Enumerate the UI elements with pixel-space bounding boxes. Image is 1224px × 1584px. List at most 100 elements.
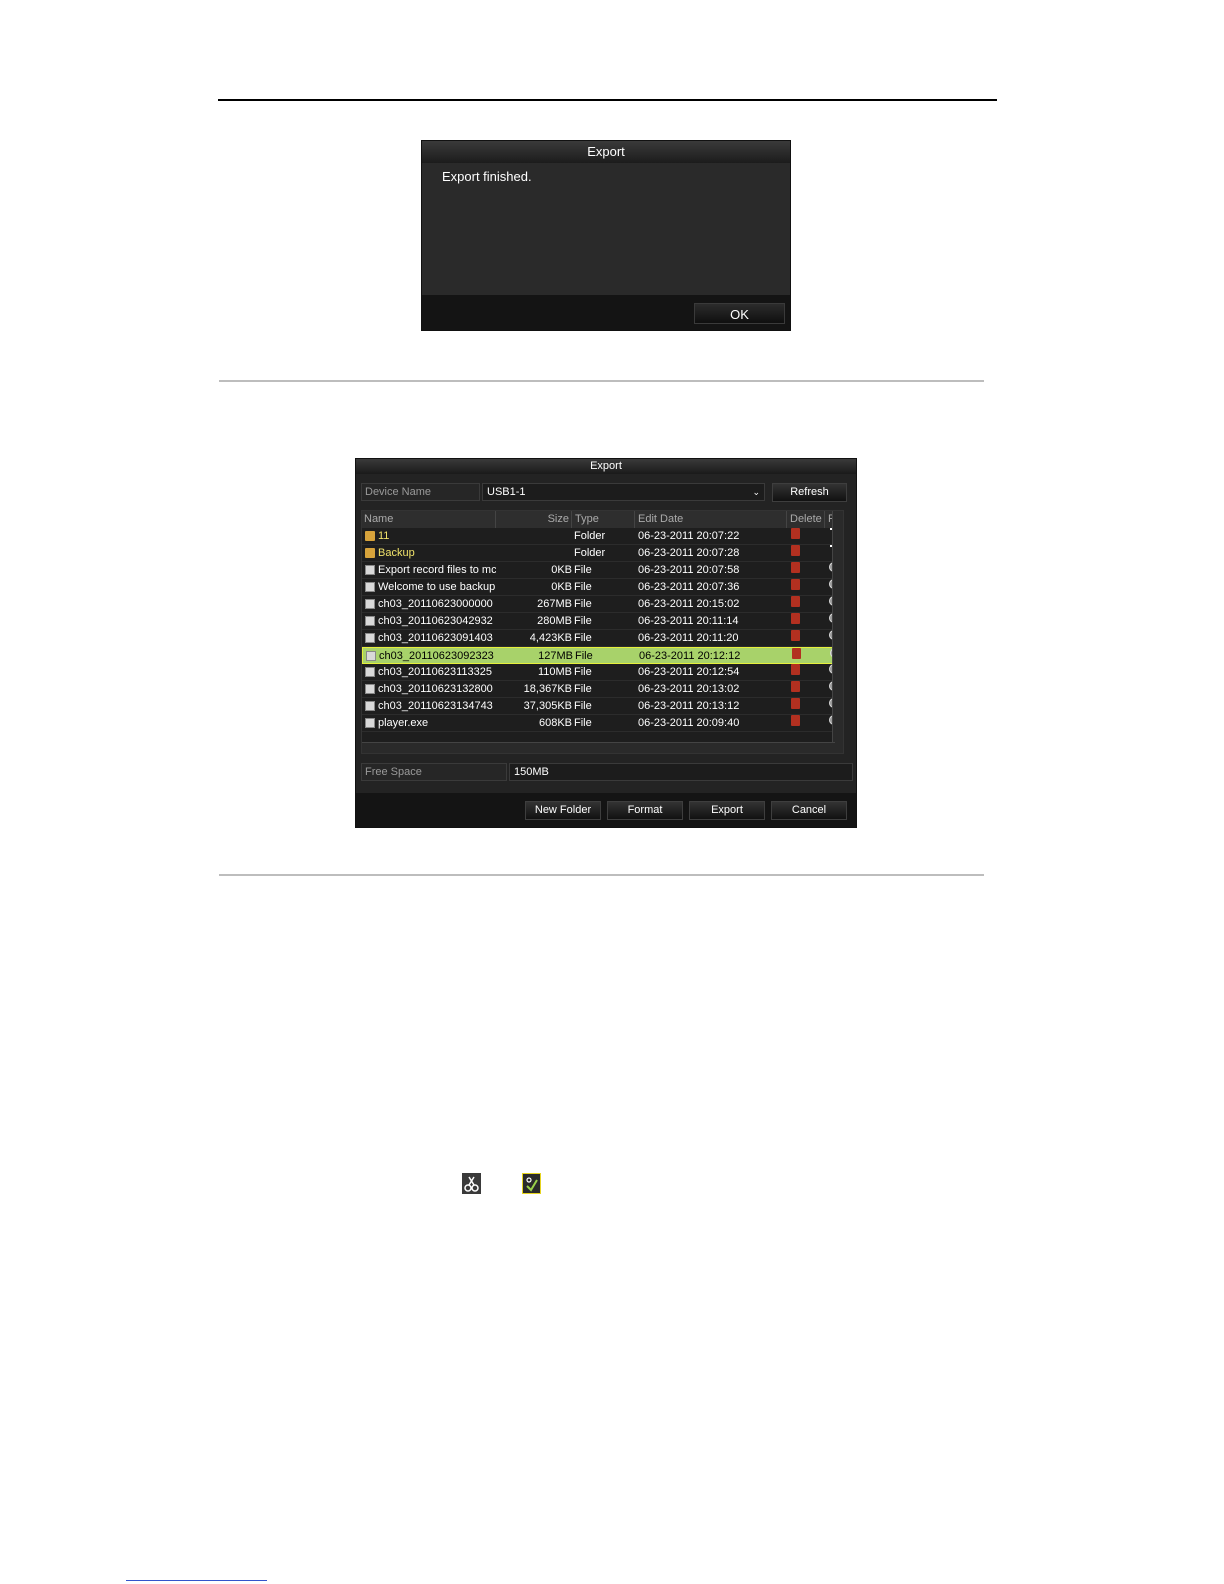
row-type: Folder xyxy=(574,547,606,559)
col-size[interactable]: Size xyxy=(496,511,572,528)
trash-icon[interactable] xyxy=(791,613,800,624)
row-name: ch03_20110623113325 xyxy=(378,666,492,678)
row-name: player.exe xyxy=(378,717,429,729)
row-name: Welcome to use backup xyxy=(378,581,496,593)
row-type: File xyxy=(574,564,592,576)
table-row[interactable]: ch03_20110623000000 267MB File 06-23-2011 2… xyxy=(362,596,843,613)
header-rule xyxy=(218,99,997,101)
vertical-scrollbar[interactable] xyxy=(832,511,843,753)
row-size: 127MB xyxy=(538,650,573,662)
trash-icon[interactable] xyxy=(791,630,800,641)
row-edit-date: 06-23-2011 20:07:22 xyxy=(638,530,740,542)
trash-icon[interactable] xyxy=(791,664,800,675)
table-row[interactable]: ch03_20110623092323 127MB File 06-23-2011 2… xyxy=(362,647,843,664)
dialog-title: Export xyxy=(422,141,790,163)
row-type: File xyxy=(575,650,593,662)
col-delete[interactable]: Delete xyxy=(787,511,825,528)
row-name: Export record files to mc xyxy=(378,564,496,576)
row-type: File xyxy=(574,700,592,712)
file-icon xyxy=(366,651,376,661)
ok-button[interactable]: OK xyxy=(694,303,785,324)
file-icon xyxy=(365,633,375,643)
table-row[interactable]: player.exe 608KB File 06-23-2011 20:09:40 xyxy=(362,715,843,732)
horizontal-scrollbar[interactable] xyxy=(362,742,835,753)
file-icon xyxy=(365,718,375,728)
dialog-title: Export xyxy=(356,459,856,474)
col-name[interactable]: Name xyxy=(362,511,496,528)
format-button[interactable]: Format xyxy=(607,801,683,820)
device-name-label: Device Name xyxy=(361,483,480,501)
free-space-row: Free Space 150MB xyxy=(361,763,853,781)
trash-icon[interactable] xyxy=(791,596,800,607)
export-button[interactable]: Export xyxy=(689,801,765,820)
row-edit-date: 06-23-2011 20:12:12 xyxy=(639,650,741,662)
row-type: File xyxy=(574,598,592,610)
table-row[interactable]: ch03_20110623134743 37,305KB File 06-23-201… xyxy=(362,698,843,715)
footer-link-underline xyxy=(126,1580,267,1581)
trash-icon[interactable] xyxy=(791,681,800,692)
free-space-label: Free Space xyxy=(361,763,507,781)
scissors-icon xyxy=(462,1173,481,1194)
row-size: 18,367KB xyxy=(523,683,572,695)
file-icon xyxy=(365,701,375,711)
row-type: File xyxy=(574,717,592,729)
dialog-footer: OK xyxy=(422,295,790,330)
row-size: 110MB xyxy=(537,666,572,678)
table-header: Name Size Type Edit Date Delete Pla xyxy=(362,511,843,528)
row-edit-date: 06-23-2011 20:15:02 xyxy=(638,598,740,610)
row-name: Backup xyxy=(378,547,415,559)
row-size: 37,305KB xyxy=(523,700,572,712)
file-table: Name Size Type Edit Date Delete Pla 11 Fo… xyxy=(361,510,844,754)
trash-icon[interactable] xyxy=(791,715,800,726)
trash-icon[interactable] xyxy=(791,545,800,556)
export-dialog: Export Device Name USB1-1 ⌄ Refresh Name… xyxy=(355,458,857,828)
trash-icon[interactable] xyxy=(791,562,800,573)
trash-icon[interactable] xyxy=(791,698,800,709)
table-row[interactable]: ch03_20110623042932 280MB File 06-23-2011 2… xyxy=(362,613,843,630)
row-name: ch03_20110623132800 xyxy=(378,683,493,695)
trash-icon[interactable] xyxy=(791,528,800,539)
trash-icon[interactable] xyxy=(792,648,801,659)
table-row[interactable]: Export record files to mc 0KB File 06-23-20… xyxy=(362,562,843,579)
row-type: File xyxy=(574,666,592,678)
file-icon xyxy=(365,616,375,626)
row-name: ch03_20110623134743 xyxy=(378,700,493,712)
row-type: File xyxy=(574,683,592,695)
refresh-button[interactable]: Refresh xyxy=(772,483,847,502)
row-edit-date: 06-23-2011 20:09:40 xyxy=(638,717,740,729)
file-icon xyxy=(365,599,375,609)
cancel-button[interactable]: Cancel xyxy=(771,801,847,820)
chevron-down-icon: ⌄ xyxy=(752,487,760,497)
new-folder-button[interactable]: New Folder xyxy=(525,801,601,820)
row-edit-date: 06-23-2011 20:12:54 xyxy=(638,666,740,678)
free-space-value: 150MB xyxy=(509,763,853,781)
table-row[interactable]: Welcome to use backup 0KB File 06-23-2011 2… xyxy=(362,579,843,596)
row-type: File xyxy=(574,615,592,627)
figure-rule-1 xyxy=(219,380,984,382)
file-icon xyxy=(365,684,375,694)
col-type[interactable]: Type xyxy=(572,511,635,528)
row-name: ch03_20110623091403 xyxy=(378,632,493,644)
figure-rule-2 xyxy=(219,874,984,876)
file-icon xyxy=(365,565,375,575)
row-name: 11 xyxy=(378,530,390,542)
clip-save-icon xyxy=(522,1173,541,1194)
table-row[interactable]: ch03_20110623132800 18,367KB File 06-23-201… xyxy=(362,681,843,698)
table-row[interactable]: ch03_20110623091403 4,423KB File 06-23-2011… xyxy=(362,630,843,647)
device-row: Device Name USB1-1 ⌄ xyxy=(361,483,765,501)
row-size: 4,423KB xyxy=(529,632,572,644)
row-edit-date: 06-23-2011 20:07:36 xyxy=(638,581,740,593)
row-size: 280MB xyxy=(537,615,572,627)
table-row[interactable]: ch03_20110623113325 110MB File 06-23-2011 2… xyxy=(362,664,843,681)
table-row[interactable]: 11 Folder 06-23-2011 20:07:22 xyxy=(362,528,843,545)
row-type: File xyxy=(574,581,592,593)
device-name-select[interactable]: USB1-1 ⌄ xyxy=(482,483,765,501)
row-name: ch03_20110623042932 xyxy=(378,615,493,627)
file-icon xyxy=(365,582,375,592)
col-edit-date[interactable]: Edit Date xyxy=(635,511,787,528)
row-size: 608KB xyxy=(538,717,572,729)
table-row[interactable]: Backup Folder 06-23-2011 20:07:28 xyxy=(362,545,843,562)
trash-icon[interactable] xyxy=(791,579,800,590)
dialog-message: Export finished. xyxy=(442,169,532,184)
row-edit-date: 06-23-2011 20:07:58 xyxy=(638,564,740,576)
